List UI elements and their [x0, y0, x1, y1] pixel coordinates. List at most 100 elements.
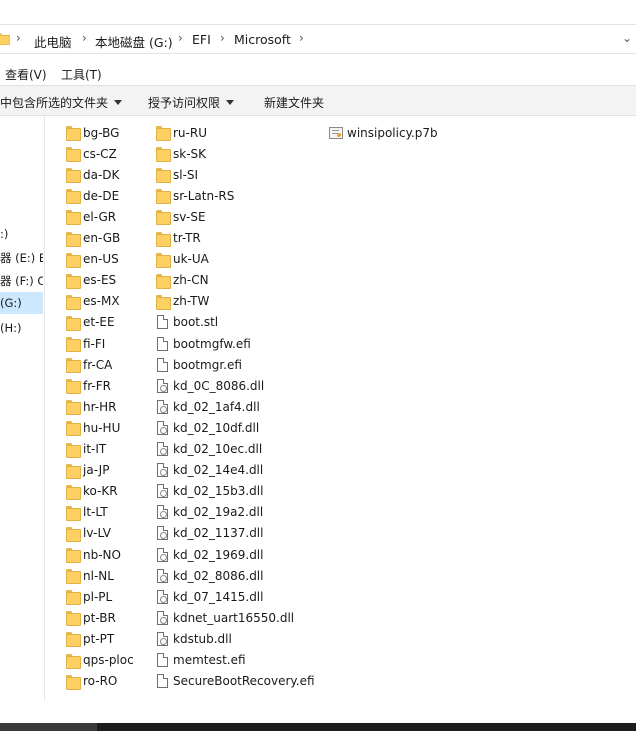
- folder-item[interactable]: fi-FI: [66, 333, 105, 354]
- breadcrumb-separator-icon: ›: [16, 31, 21, 45]
- folder-icon: [0, 33, 10, 45]
- folder-item[interactable]: pl-PL: [66, 586, 112, 607]
- folder-item[interactable]: nb-NO: [66, 544, 121, 565]
- file-item[interactable]: SecureBootRecovery.efi: [156, 671, 315, 692]
- file-item[interactable]: memtest.efi: [156, 650, 246, 671]
- file-item[interactable]: winsipolicy.p7b: [329, 122, 438, 143]
- folder-item[interactable]: fr-CA: [66, 354, 112, 375]
- file-item[interactable]: kd_02_8086.dll: [156, 565, 263, 586]
- folder-item[interactable]: fr-FR: [66, 375, 111, 396]
- file-item[interactable]: kd_02_1969.dll: [156, 544, 263, 565]
- address-dropdown-icon[interactable]: ⌄: [622, 31, 632, 45]
- nav-item-drive[interactable]: :): [0, 223, 43, 245]
- folder-item[interactable]: el-GR: [66, 206, 116, 227]
- file-item[interactable]: kdnet_uart16550.dll: [156, 607, 294, 628]
- folder-item[interactable]: zh-CN: [156, 270, 209, 291]
- folder-item[interactable]: it-IT: [66, 439, 106, 460]
- file-item[interactable]: kd_02_1af4.dll: [156, 396, 260, 417]
- item-name: SecureBootRecovery.efi: [173, 674, 315, 689]
- folder-item[interactable]: uk-UA: [156, 249, 209, 270]
- file-item[interactable]: kd_0C_8086.dll: [156, 375, 264, 396]
- folder-item[interactable]: ru-RU: [156, 122, 207, 143]
- item-name: pt-PT: [83, 631, 115, 646]
- folder-item[interactable]: sr-Latn-RS: [156, 185, 234, 206]
- folder-item[interactable]: da-DK: [66, 164, 119, 185]
- folder-item[interactable]: sv-SE: [156, 206, 206, 227]
- folder-item[interactable]: nl-NL: [66, 565, 114, 586]
- item-name: sv-SE: [173, 209, 206, 224]
- item-name: es-ES: [83, 273, 117, 288]
- certificate-file-icon: [329, 126, 343, 139]
- folder-item[interactable]: ja-JP: [66, 460, 109, 481]
- address-bar[interactable]: › 此电脑 › 本地磁盘 (G:) › EFI › Microsoft › ⌄: [0, 24, 636, 54]
- item-name: nb-NO: [83, 547, 121, 562]
- folder-icon: [66, 569, 81, 585]
- breadcrumb-local-disk-g[interactable]: 本地磁盘 (G:): [95, 32, 173, 51]
- item-name: ro-RO: [83, 674, 118, 689]
- folder-item[interactable]: lv-LV: [66, 523, 111, 544]
- folder-item[interactable]: hr-HR: [66, 396, 116, 417]
- new-folder-button[interactable]: 新建文件夹: [264, 94, 324, 111]
- folder-item[interactable]: sl-SI: [156, 164, 198, 185]
- breadcrumb-efi[interactable]: EFI: [192, 32, 211, 47]
- folder-item[interactable]: pt-PT: [66, 628, 114, 649]
- folder-item[interactable]: tr-TR: [156, 228, 201, 249]
- menu-tools[interactable]: 工具(T): [61, 66, 102, 83]
- folder-icon: [156, 294, 171, 310]
- folder-item[interactable]: ro-RO: [66, 671, 117, 692]
- folder-item[interactable]: sk-SK: [156, 143, 206, 164]
- folder-item[interactable]: ko-KR: [66, 481, 118, 502]
- folder-item[interactable]: en-US: [66, 249, 119, 270]
- file-item[interactable]: kd_02_1137.dll: [156, 523, 263, 544]
- folder-item[interactable]: es-ES: [66, 270, 116, 291]
- item-name: kd_02_8086.dll: [173, 568, 264, 583]
- menu-view[interactable]: 查看(V): [5, 66, 47, 83]
- file-item[interactable]: bootmgr.efi: [156, 354, 242, 375]
- folder-item[interactable]: zh-TW: [156, 291, 209, 312]
- folder-item[interactable]: et-EE: [66, 312, 115, 333]
- folder-item[interactable]: en-GB: [66, 228, 120, 249]
- item-name: bg-BG: [83, 125, 120, 140]
- dll-file-icon: [157, 442, 168, 456]
- item-name: da-DK: [83, 167, 120, 182]
- item-name: pt-BR: [83, 610, 116, 625]
- folder-item[interactable]: qps-ploc: [66, 650, 134, 671]
- folder-icon: [66, 484, 81, 500]
- dll-file-icon: [157, 505, 168, 520]
- item-name: uk-UA: [173, 252, 209, 267]
- file-item[interactable]: kd_02_10ec.dll: [156, 439, 262, 460]
- file-item[interactable]: kd_02_10df.dll: [156, 417, 259, 438]
- folder-icon: [66, 400, 81, 416]
- folder-item[interactable]: de-DE: [66, 185, 119, 206]
- item-name: kd_07_1415.dll: [173, 589, 264, 604]
- file-item[interactable]: boot.stl: [156, 312, 218, 333]
- file-item[interactable]: kd_07_1415.dll: [156, 586, 263, 607]
- folder-item[interactable]: cs-CZ: [66, 143, 117, 164]
- include-in-library-button[interactable]: 中包含所选的文件夹: [0, 94, 123, 111]
- folder-item[interactable]: pt-BR: [66, 607, 116, 628]
- breadcrumb-microsoft[interactable]: Microsoft: [234, 32, 291, 47]
- file-item[interactable]: bootmgfw.efi: [156, 333, 251, 354]
- nav-item-drive-h[interactable]: (H:): [0, 317, 43, 339]
- folder-item[interactable]: bg-BG: [66, 122, 119, 143]
- folder-icon: [66, 611, 81, 627]
- breadcrumb-this-pc[interactable]: 此电脑: [34, 32, 72, 51]
- file-item[interactable]: kdstub.dll: [156, 628, 232, 649]
- file-item[interactable]: kd_02_14e4.dll: [156, 460, 263, 481]
- folder-item[interactable]: lt-LT: [66, 502, 108, 523]
- folder-icon: [66, 126, 81, 141]
- dll-file-icon: [157, 399, 168, 414]
- nav-item-drive-e[interactable]: 器 (E:) E: [0, 246, 43, 268]
- taskbar-start-area: [0, 723, 97, 731]
- file-item[interactable]: kd_02_19a2.dll: [156, 502, 263, 523]
- file-item[interactable]: kd_02_15b3.dll: [156, 481, 263, 502]
- nav-item-drive-f[interactable]: 器 (F:) C: [0, 269, 43, 291]
- file-list: bg-BG cs-CZ da-DK de-DE el-GR en-GB en-US es-ES…: [46, 116, 636, 716]
- folder-icon: [66, 421, 81, 437]
- folder-item[interactable]: es-MX: [66, 291, 120, 312]
- item-name: boot.stl: [173, 315, 219, 330]
- grant-access-button[interactable]: 授予访问权限: [148, 94, 235, 111]
- item-name: en-GB: [83, 231, 121, 245]
- folder-item[interactable]: hu-HU: [66, 417, 120, 438]
- nav-item-drive-g[interactable]: (G:): [0, 292, 43, 314]
